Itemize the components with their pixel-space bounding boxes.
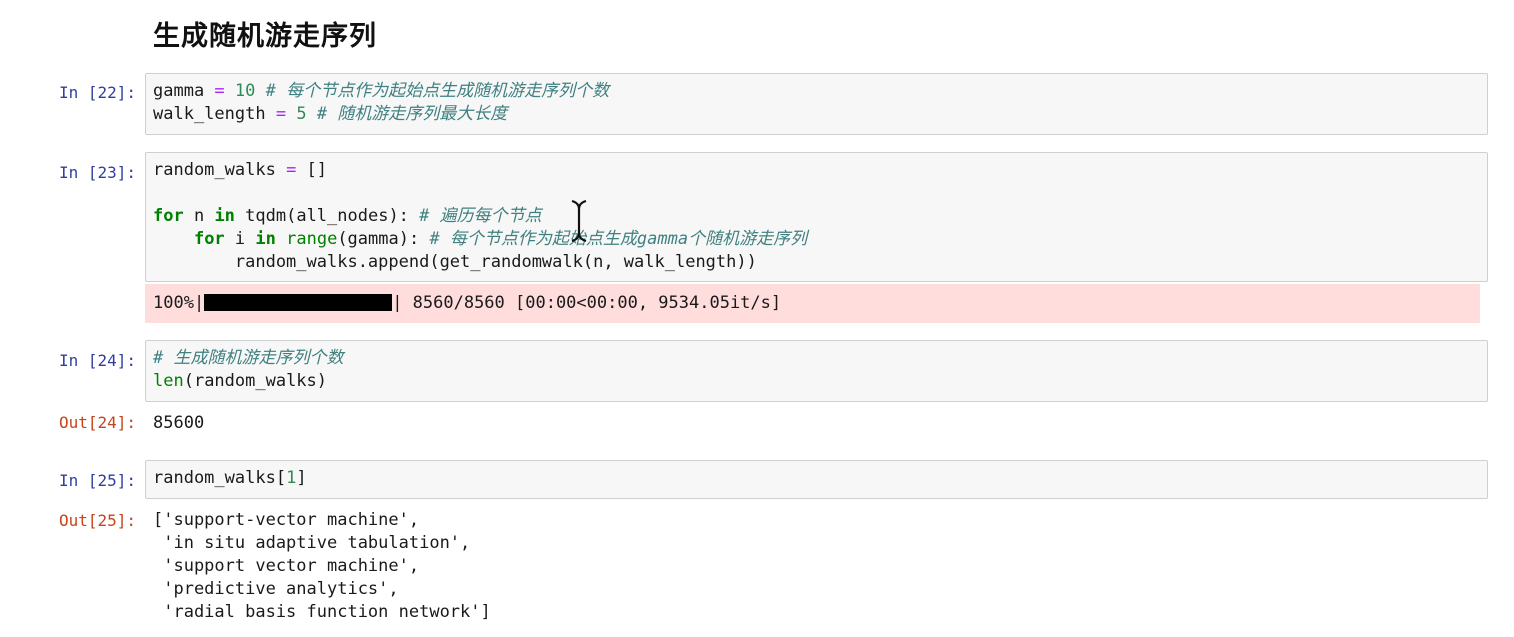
progress-bar <box>204 294 393 311</box>
code-cell-22[interactable]: gamma = 10 # 每个节点作为起始点生成随机游走序列个数 walk_len… <box>145 73 1488 135</box>
output-25: ['support-vector machine', 'in situ adap… <box>153 509 491 624</box>
code-token: # 每个节点作为起始点生成随机游走序列个数 <box>255 81 610 101</box>
progress-percent: 100%| <box>153 293 205 313</box>
code-line: len(random_walks) <box>153 370 1487 393</box>
output-line: 'in situ adaptive tabulation', <box>153 533 471 553</box>
out-prompt-25: Out[25]: <box>58 511 136 530</box>
code-token: [] <box>296 160 328 180</box>
code-line: gamma = 10 # 每个节点作为起始点生成随机游走序列个数 <box>153 80 1487 103</box>
in-prompt-23: In [23]: <box>58 163 136 182</box>
code-token: = <box>214 81 225 101</box>
code-line: # 生成随机游走序列个数 <box>153 347 1487 370</box>
code-token: for <box>153 206 184 226</box>
code-token: 5 <box>296 104 307 124</box>
output-line: ['support-vector machine', <box>153 510 420 530</box>
output-line: 'radial basis function network'] <box>153 602 491 622</box>
code-line: random_walks.append(get_randomwalk(n, wa… <box>153 251 1487 274</box>
output-line: 'predictive analytics', <box>153 579 399 599</box>
progress-output: 100%| | 8560/8560 [00:00<00:00, 9534.05it… <box>145 284 1480 323</box>
code-line: for i in range(gamma): # 每个节点作为起始点生成gamm… <box>153 228 1487 251</box>
code-token: walk_length <box>153 104 276 124</box>
code-token: gamma <box>153 81 215 101</box>
output-24: 85600 <box>153 412 204 435</box>
code-cell-24[interactable]: # 生成随机游走序列个数 len(random_walks) <box>145 340 1488 402</box>
code-token: 1 <box>286 468 297 488</box>
code-line: walk_length = 5 # 随机游走序列最大长度 <box>153 103 1487 126</box>
code-cell-25[interactable]: random_walks[1] <box>145 460 1488 499</box>
in-prompt-22: In [22]: <box>58 83 136 102</box>
code-token: (random_walks) <box>183 371 328 391</box>
in-prompt-24: In [24]: <box>58 351 136 370</box>
code-token: tqdm(all_nodes): <box>234 206 420 226</box>
text-cursor-icon <box>571 199 587 243</box>
code-token: = <box>286 160 297 180</box>
code-token: # 随机游走序列最大长度 <box>306 104 508 124</box>
progress-stats: | 8560/8560 [00:00<00:00, 9534.05it/s] <box>392 293 782 313</box>
code-editor[interactable]: # 生成随机游走序列个数 len(random_walks) <box>146 341 1487 393</box>
code-token: 10 <box>234 81 256 101</box>
code-line: for n in tqdm(all_nodes): # 遍历每个节点 <box>153 205 1487 228</box>
code-token: in <box>255 229 276 249</box>
page-heading: 生成随机游走序列 <box>153 21 377 52</box>
code-token: n <box>183 206 215 226</box>
code-token: random_walks[ <box>153 468 287 488</box>
code-line: random_walks[1] <box>153 467 1487 490</box>
code-token: for <box>193 229 225 249</box>
code-token: i <box>224 229 256 249</box>
code-token: (gamma): <box>337 229 430 249</box>
code-token: ] <box>296 468 307 488</box>
output-line: 'support vector machine', <box>153 556 420 576</box>
in-prompt-25: In [25]: <box>58 471 136 490</box>
code-line: random_walks = [] <box>153 159 1487 182</box>
code-token: range <box>286 229 338 249</box>
code-token: # 遍历每个节点 <box>419 206 542 226</box>
code-token: len <box>153 371 184 391</box>
code-cell-23[interactable]: random_walks = [] for n in tqdm(all_node… <box>145 152 1488 282</box>
code-editor[interactable]: random_walks[1] <box>146 461 1487 490</box>
code-token: random_walks <box>153 160 287 180</box>
code-token: random_walks.append(get_randomwalk(n, wa… <box>153 252 757 272</box>
output-line: 85600 <box>153 413 205 433</box>
code-token: = <box>275 104 287 124</box>
code-token: in <box>214 206 235 226</box>
code-editor[interactable]: random_walks = [] for n in tqdm(all_node… <box>146 153 1487 274</box>
code-editor[interactable]: gamma = 10 # 每个节点作为起始点生成随机游走序列个数 walk_len… <box>146 74 1487 126</box>
code-token: # 生成随机游走序列个数 <box>153 348 344 368</box>
out-prompt-24: Out[24]: <box>58 413 136 432</box>
code-token: # 每个节点作为起始点生成gamma个随机游走序列 <box>429 229 808 249</box>
